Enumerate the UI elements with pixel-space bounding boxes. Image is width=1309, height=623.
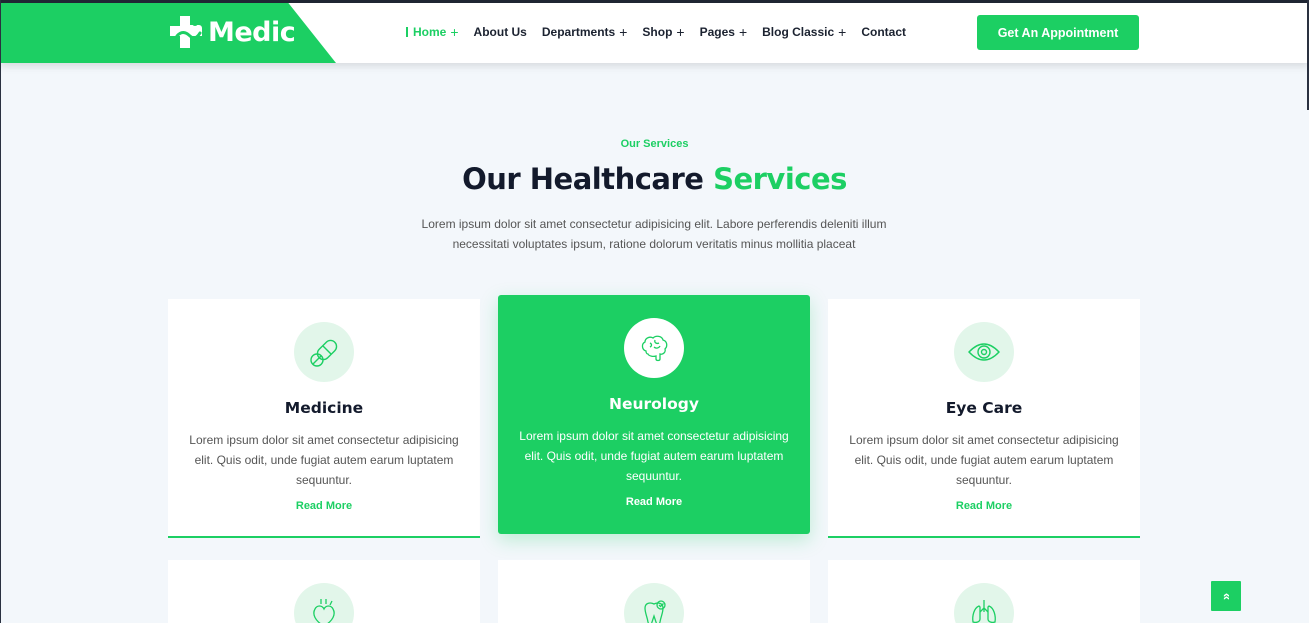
service-title: Eye Care	[945, 399, 1023, 417]
nav-item-label: Departments	[541, 24, 616, 39]
service-card-neurology[interactable]: Neurology Lorem ipsum dolor sit amet con…	[498, 295, 810, 534]
heart-organ-icon	[294, 583, 354, 623]
plus-icon: +	[838, 23, 847, 40]
service-card-dental[interactable]	[498, 560, 810, 623]
nav-item-contact[interactable]: Contact	[861, 25, 906, 39]
nav-item-blog-classic[interactable]: Blog Classic +	[762, 25, 846, 39]
nav-item-label: About Us	[473, 24, 527, 39]
nav-item-shop[interactable]: Shop +	[642, 25, 684, 39]
brain-icon	[624, 318, 684, 378]
lungs-icon	[954, 583, 1014, 623]
service-text: Lorem ipsum dolor sit amet consectetur a…	[519, 429, 789, 483]
section-title: Our Healthcare Services	[0, 162, 1309, 196]
window-left-edge	[0, 0, 1, 623]
section-title-main: Our Healthcare	[462, 162, 704, 196]
section-title-accent: Services	[713, 162, 847, 196]
plus-icon: +	[619, 23, 628, 40]
read-more-link[interactable]: Read More	[956, 500, 1012, 512]
nav-item-label: Pages	[699, 24, 735, 39]
nav-item-label: Shop	[642, 24, 673, 39]
pill-capsule-icon	[294, 322, 354, 382]
section-eyebrow: Our Services	[620, 138, 689, 150]
nav-item-departments[interactable]: Departments +	[542, 25, 628, 39]
logo[interactable]: Medic	[168, 14, 296, 50]
service-title: Neurology	[609, 395, 699, 413]
medical-cross-icon	[168, 14, 204, 50]
service-card-eye-care[interactable]: Eye Care Lorem ipsum dolor sit amet cons…	[828, 299, 1140, 538]
tooth-check-icon	[624, 583, 684, 623]
nav-item-label: Blog Classic	[762, 24, 835, 39]
nav-item-pages[interactable]: Pages +	[700, 25, 748, 39]
get-appointment-button[interactable]: Get An Appointment	[977, 15, 1139, 50]
nav-item-about-us[interactable]: About Us	[474, 25, 527, 39]
service-title: Medicine	[284, 399, 364, 417]
service-card-pulmonology[interactable]	[828, 560, 1140, 623]
service-text: Lorem ipsum dolor sit amet consectetur a…	[189, 433, 459, 487]
site-header: Medic Home + About Us Departments + Shop…	[0, 0, 1309, 63]
service-card-cardiology[interactable]	[168, 560, 480, 623]
brand-name: Medic	[208, 16, 296, 48]
nav-item-label: Contact	[861, 24, 907, 39]
plus-icon: +	[676, 23, 685, 40]
plus-icon: +	[738, 23, 748, 40]
read-more-link[interactable]: Read More	[626, 496, 682, 508]
scroll-to-top-button[interactable]: »	[1211, 581, 1241, 611]
plus-icon: +	[450, 23, 459, 40]
main-nav: Home + About Us Departments + Shop + Pag…	[406, 0, 921, 63]
section-lead: Lorem ipsum dolor sit amet consectetur a…	[421, 217, 887, 251]
service-text: Lorem ipsum dolor sit amet consectetur a…	[849, 433, 1119, 487]
double-chevron-up-icon: »	[1218, 592, 1234, 600]
nav-item-label: Home	[413, 24, 447, 39]
service-card-medicine[interactable]: Medicine Lorem ipsum dolor sit amet cons…	[168, 299, 480, 538]
window-top-edge	[0, 0, 1309, 3]
nav-item-home[interactable]: Home +	[406, 25, 459, 39]
read-more-link[interactable]: Read More	[296, 500, 352, 512]
eye-icon	[954, 322, 1014, 382]
